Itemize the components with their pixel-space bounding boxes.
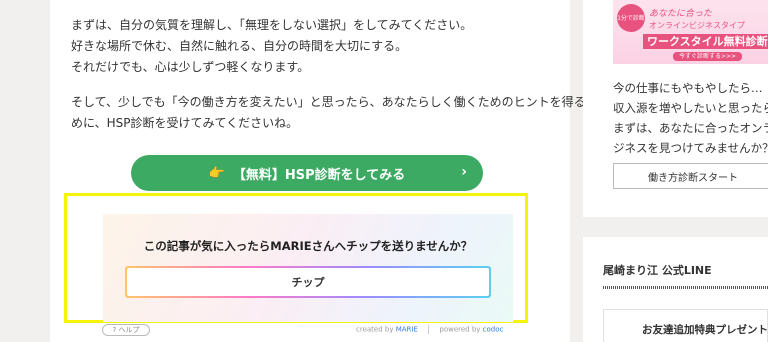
sidebar-workstyle-widget: 1分で診断 あなたに合った オンラインビジネスタイプ ワークスタイル無料診断 今… — [583, 0, 768, 217]
sidebar-description: 今の仕事にもやもやしたら… 収入源を増やしたいと思ったら まずは、あなたに合った… — [613, 78, 768, 158]
help-button[interactable]: ? ヘルプ — [102, 324, 150, 336]
paragraph-line: まずは、自分の気質を理解し、「無理をしない選択」をしてみてください。 — [71, 18, 473, 32]
sidebar-text-line: 収入源を増やしたいと思ったら — [613, 101, 768, 115]
tip-credits: created by MARIE powered by codoc — [356, 325, 503, 334]
dotted-divider — [603, 286, 768, 289]
tip-question: この記事が気に入ったらMARIEさんへチップを送りませんか？ — [143, 239, 473, 253]
paragraph-line: めに、HSP診断を受けてみてくださいね。 — [71, 116, 299, 130]
line-gift-title: お友達追加特典プレゼント — [642, 324, 768, 336]
tip-button[interactable]: チップ — [125, 266, 491, 298]
paragraph-line: そして、少しでも「今の働き方を変えたい」と思ったら、あなたらしく働くためのヒント… — [71, 95, 598, 109]
sidebar-line-widget: 尾崎まり江 公式LINE お友達追加特典プレゼント — [583, 237, 768, 342]
paragraph-line: それだけでも、心は少しずつ軽くなります。 — [71, 60, 310, 74]
tip-button-label: チップ — [127, 268, 489, 296]
line-gift-card[interactable]: お友達追加特典プレゼント — [603, 309, 768, 342]
article-paragraph-1: まずは、自分の気質を理解し、「無理をしない選択」をしてみてください。 好きな場所… — [71, 15, 472, 78]
divider — [428, 325, 430, 334]
banner-line-1: あなたに合った — [649, 9, 713, 19]
codoc-link[interactable]: codoc — [483, 326, 504, 334]
banner-cta: 今すぐ診断する>>> — [673, 52, 743, 61]
created-by-prefix: created by — [356, 325, 394, 334]
banner-badge: 1分で診断 — [617, 4, 645, 32]
banner-line-2: オンラインビジネスタイプ — [649, 21, 745, 30]
sidebar-text-line: ジネスを見つけてみませんか？ — [613, 141, 768, 155]
creator-link[interactable]: MARIE — [396, 326, 418, 334]
pointing-hand-icon: 👉 — [208, 165, 225, 181]
sidebar-text-line: 今の仕事にもやもやしたら… — [613, 81, 763, 95]
hsp-diagnosis-button[interactable]: 👉 【無料】HSP診断をしてみる › — [131, 155, 483, 191]
tip-card: この記事が気に入ったらMARIEさんへチップを送りませんか？ チップ — [103, 214, 513, 322]
tip-highlight-box: この記事が気に入ったらMARIEさんへチップを送りませんか？ チップ — [64, 193, 528, 323]
paragraph-line: 好きな場所で休む、自然に触れる、自分の時間を大切にする。 — [71, 39, 408, 53]
line-widget-title: 尾崎まり江 公式LINE — [603, 264, 712, 277]
cta-label: 【無料】HSP診断をしてみる — [232, 167, 406, 183]
powered-by-prefix: powered by — [439, 325, 481, 334]
article-paragraph-2: そして、少しでも「今の働き方を変えたい」と思ったら、あなたらしく働くためのヒント… — [71, 92, 598, 134]
workstyle-banner[interactable]: 1分で診断 あなたに合った オンラインビジネスタイプ ワークスタイル無料診断 今… — [613, 0, 768, 64]
sidebar-text-line: まずは、あなたに合ったオンライ — [613, 121, 768, 135]
banner-headline: ワークスタイル無料診断 — [643, 34, 768, 49]
chevron-right-icon: › — [461, 164, 467, 180]
workstyle-start-button[interactable]: 働き方診断スタート — [613, 163, 768, 189]
